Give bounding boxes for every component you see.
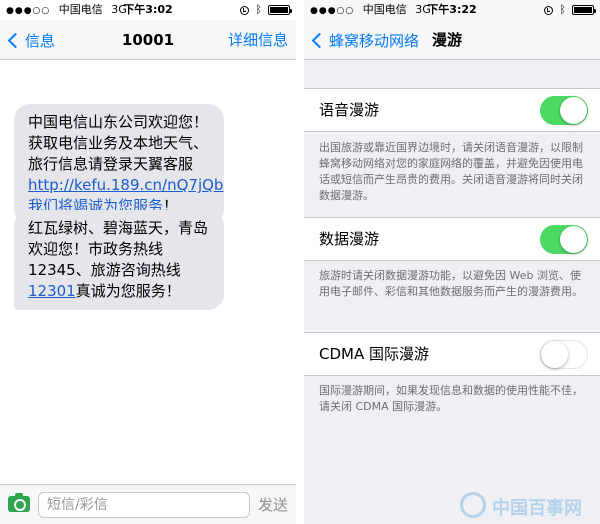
message-input[interactable]: 短信/彩信 [38, 492, 250, 518]
toggle-knob [560, 226, 587, 253]
nav-bar: 信息 10001 详细信息 [0, 20, 296, 60]
status-bar: ●●●○○ 中国电信 3G 下午3:02 ᛒ [0, 0, 296, 20]
back-label: 蜂窝移动网络 [329, 31, 420, 50]
setting-footer: 国际漫游期间，如果发现信息和数据的使用性能不佳，请关闭 CDMA 国际漫游。 [319, 384, 583, 413]
status-bar: ●●●○○ 中国电信 3G 下午3:22 ᛒ [304, 0, 600, 20]
bluetooth-icon: ᛒ [559, 3, 566, 16]
message-text: 红瓦绿树、碧海蓝天，青岛欢迎您！市政务热线12345、旅游咨询热线 [28, 219, 209, 279]
compose-bar: 短信/彩信 发送 [0, 484, 296, 524]
details-button[interactable]: 详细信息 [228, 20, 288, 60]
setting-label: CDMA 国际漫游 [319, 345, 429, 363]
setting-row-data-roaming: 数据漫游 [304, 217, 600, 261]
message-bubble: 中国电信山东公司欢迎您！获取电信业务及本地天气、旅行信息请登录天翼客服http:… [14, 104, 224, 225]
watermark-icon [460, 492, 486, 518]
lock-rotation-icon [544, 5, 554, 15]
phone-link[interactable]: 12301 [28, 282, 76, 300]
battery-icon [572, 5, 596, 15]
setting-row-voice-roaming: 语音漫游 [304, 88, 600, 132]
roaming-settings-screen: ●●●○○ 中国电信 3G 下午3:22 ᛒ 蜂窝移动网络 漫游 语音漫游 出国… [304, 0, 600, 524]
setting-footer: 旅游时请关闭数据漫游功能，以避免因 Web 浏览、使用电子邮件、彩信和其他数据服… [319, 269, 583, 298]
setting-label: 数据漫游 [319, 230, 380, 248]
data-roaming-toggle[interactable] [540, 225, 588, 254]
nav-bar: 蜂窝移动网络 漫游 [304, 20, 600, 60]
messages-screen: ●●●○○ 中国电信 3G 下午3:02 ᛒ 信息 10001 详细信息 中国电… [0, 0, 296, 524]
setting-label: 语音漫游 [319, 101, 380, 119]
bluetooth-icon: ᛒ [255, 3, 262, 16]
lock-rotation-icon [240, 5, 250, 15]
back-label: 信息 [25, 31, 56, 50]
screenshot: ●●●○○ 中国电信 3G 下午3:02 ᛒ 信息 10001 详细信息 中国电… [0, 0, 600, 524]
back-button[interactable]: 蜂窝移动网络 [310, 20, 419, 60]
page-title: 漫游 [432, 31, 463, 49]
chevron-left-icon [7, 32, 24, 48]
battery-icon [268, 5, 292, 15]
message-text-end: 真诚为您服务！ [75, 282, 181, 300]
cdma-roaming-toggle[interactable] [540, 340, 588, 369]
watermark-logo: 中国百事网 [456, 490, 596, 520]
divider [296, 0, 304, 524]
toggle-knob [560, 97, 587, 124]
send-button[interactable]: 发送 [258, 485, 288, 524]
voice-roaming-toggle[interactable] [540, 96, 588, 125]
chevron-left-icon [311, 32, 328, 48]
setting-row-cdma-roaming: CDMA 国际漫游 [304, 332, 600, 376]
setting-footer: 出国旅游或靠近国界边境时，请关闭语音漫游，以限制蜂窝移动网络对您的家庭网络的覆盖… [319, 141, 583, 202]
message-text: 中国电信山东公司欢迎您！获取电信业务及本地天气、旅行信息请登录天翼客服 [28, 113, 209, 173]
toggle-knob [541, 341, 568, 368]
watermark-text: 中国百事网 [492, 498, 582, 519]
camera-icon[interactable] [8, 493, 30, 512]
message-bubble: 红瓦绿树、碧海蓝天，青岛欢迎您！市政务热线12345、旅游咨询热线 12301真诚… [14, 210, 224, 310]
back-button[interactable]: 信息 [6, 20, 55, 60]
